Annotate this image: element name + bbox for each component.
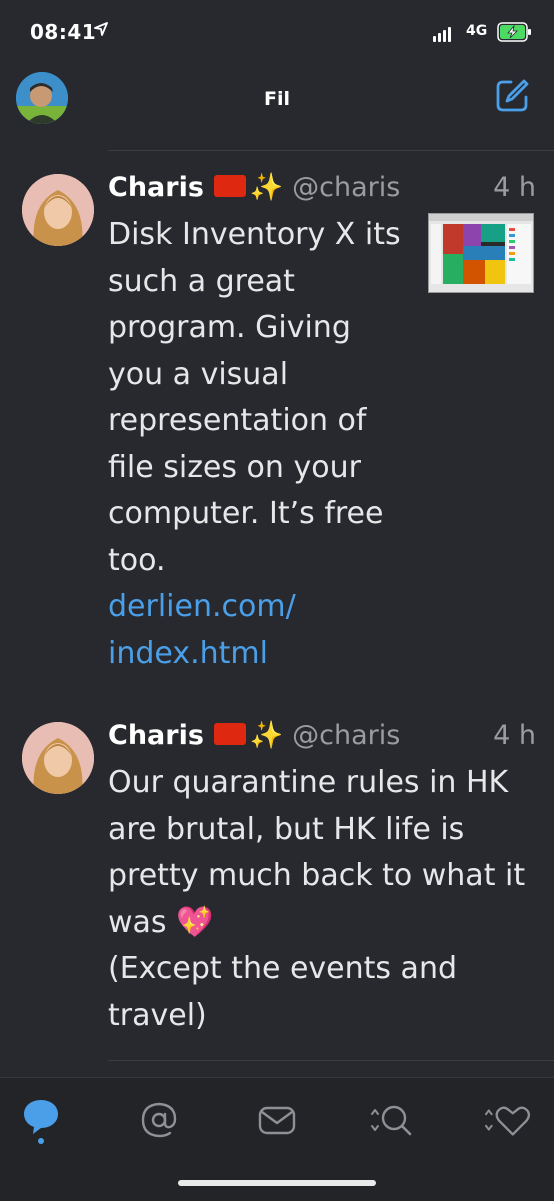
author-avatar-image bbox=[22, 174, 94, 246]
author-avatar[interactable] bbox=[22, 174, 94, 246]
tweet-media-thumbnail[interactable] bbox=[428, 213, 534, 293]
nav-bar: Fil bbox=[0, 62, 554, 138]
tweet-link[interactable]: derlien.com/ index.html bbox=[108, 584, 418, 677]
tab-likes[interactable] bbox=[484, 1096, 532, 1144]
disk-inventory-screenshot-image bbox=[429, 214, 533, 292]
tweet-time: 4 h bbox=[493, 172, 536, 203]
home-indicator[interactable] bbox=[178, 1180, 376, 1186]
network-type: 4G bbox=[466, 23, 488, 39]
timeline-divider bbox=[108, 1060, 554, 1061]
status-time: 08:41 bbox=[30, 20, 97, 44]
search-icon bbox=[371, 1105, 412, 1136]
tweet-time: 4 h bbox=[493, 720, 536, 751]
author-handle[interactable]: @charis bbox=[292, 720, 400, 751]
likes-icon bbox=[484, 1106, 531, 1136]
hong-kong-flag-icon bbox=[213, 722, 246, 745]
author-name[interactable]: Charis bbox=[108, 720, 204, 751]
tweet-header: Charis ✨ @charis 4 h bbox=[108, 716, 536, 756]
nav-title: Fil bbox=[263, 88, 290, 110]
timeline-bubble-icon bbox=[24, 1100, 58, 1144]
author-avatar-image bbox=[22, 722, 94, 794]
tab-search[interactable] bbox=[368, 1096, 416, 1144]
sparkles-icon: ✨ bbox=[249, 172, 284, 203]
author-handle[interactable]: @charis bbox=[292, 172, 400, 203]
sparkles-icon: ✨ bbox=[249, 720, 284, 751]
compose-icon[interactable] bbox=[494, 78, 530, 114]
battery-charging-icon bbox=[497, 22, 531, 42]
tweet-text: Disk Inventory X its such a great progra… bbox=[108, 217, 401, 578]
tab-messages[interactable] bbox=[253, 1096, 301, 1144]
status-bar: 08:41 4G bbox=[0, 0, 554, 62]
tab-timeline[interactable] bbox=[17, 1096, 65, 1144]
location-arrow-icon bbox=[94, 22, 108, 36]
signal-icon bbox=[433, 24, 451, 42]
messages-icon bbox=[258, 1106, 296, 1135]
timeline-divider bbox=[108, 150, 554, 151]
hong-kong-flag-icon bbox=[213, 174, 246, 197]
author-avatar[interactable] bbox=[22, 722, 94, 794]
tweet-header: Charis ✨ @charis 4 h bbox=[108, 168, 536, 208]
tweet-text: Our quarantine rules in HK are brutal, b… bbox=[108, 765, 526, 1033]
author-name[interactable]: Charis bbox=[108, 172, 204, 203]
mentions-icon bbox=[141, 1102, 177, 1138]
tab-mentions[interactable] bbox=[135, 1096, 183, 1144]
